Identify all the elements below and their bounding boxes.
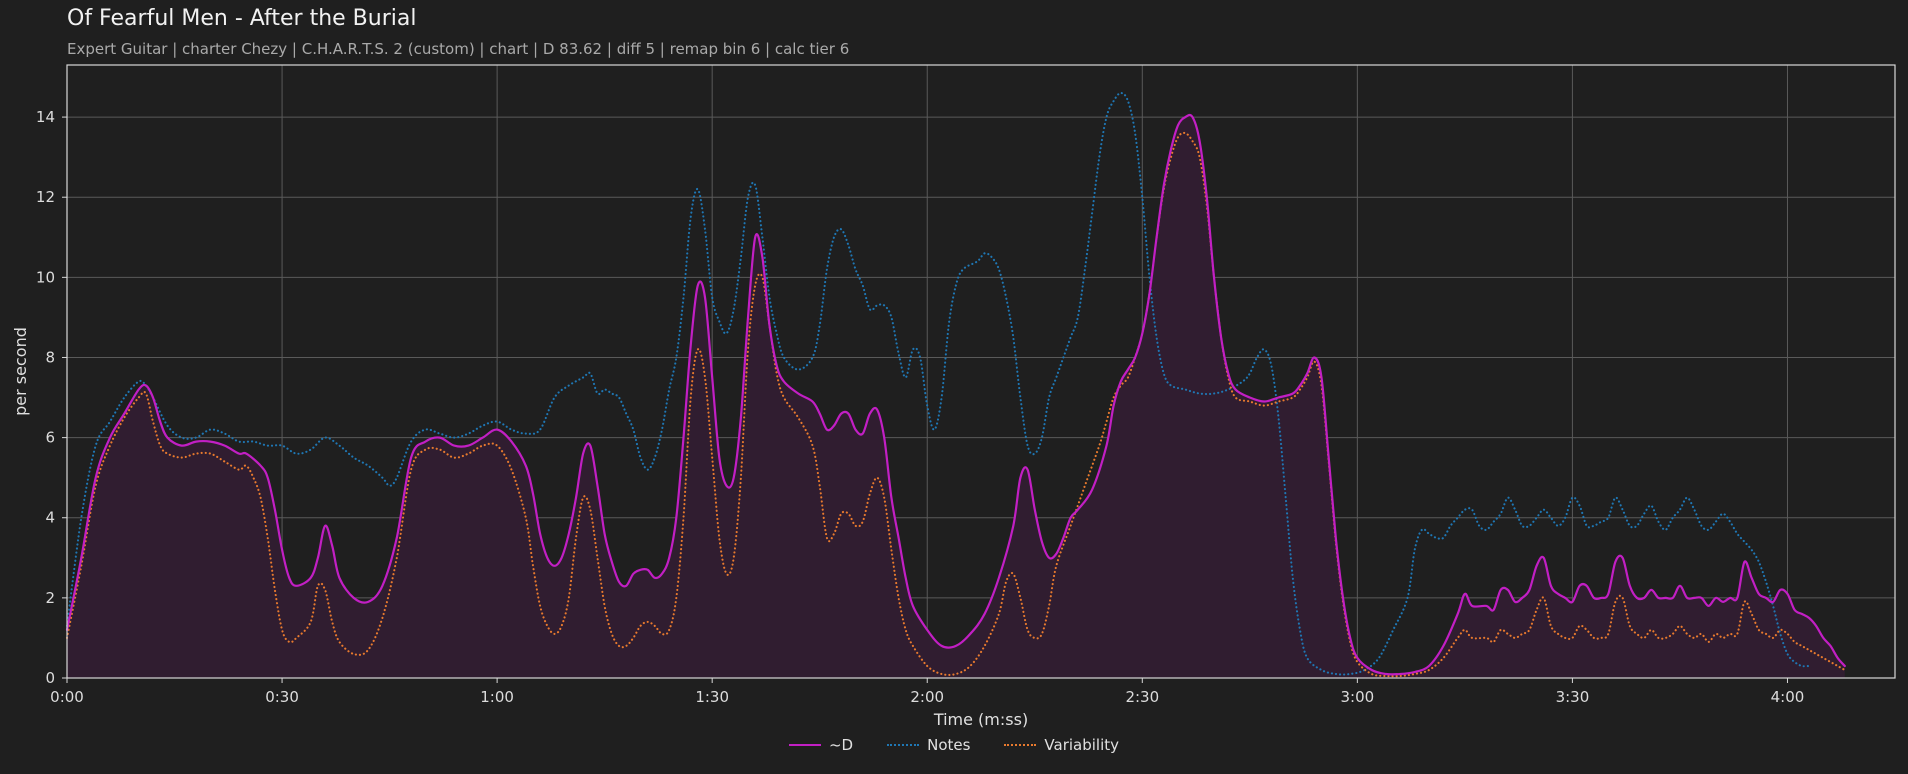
y-tick-label: 0	[45, 669, 55, 687]
legend: ~D Notes Variability	[0, 736, 1908, 754]
legend-swatch	[1004, 744, 1037, 746]
x-tick-label: 3:00	[1341, 688, 1375, 706]
y-tick-label: 10	[36, 268, 55, 286]
y-tick-label: 12	[36, 188, 55, 206]
legend-label: Variability	[1044, 736, 1120, 754]
x-tick-label: 2:30	[1125, 688, 1159, 706]
legend-swatch	[788, 744, 821, 746]
y-tick-label: 2	[45, 589, 55, 607]
x-tick-label: 0:30	[265, 688, 299, 706]
line-chart: 0:00 0:30 1:00 1:30 2:00 2:30 3:00 3:30 4:00 0 2 4 6…	[11, 64, 1896, 729]
legend-label: ~D	[828, 736, 854, 754]
legend-swatch	[887, 744, 920, 746]
x-tick-label: 0:00	[50, 688, 84, 706]
y-tick-label: 6	[45, 429, 55, 447]
y-tick-label: 8	[45, 348, 55, 366]
y-tick-label: 14	[36, 108, 55, 126]
x-tick-label: 3:30	[1556, 688, 1590, 706]
x-axis-label: Time (m:ss)	[933, 710, 1028, 729]
legend-item: Variability	[1004, 736, 1119, 754]
y-tick-label: 4	[45, 509, 55, 527]
legend-item: ~D	[788, 736, 854, 754]
legend-label: Notes	[927, 736, 971, 754]
y-axis-label: per second	[11, 327, 30, 416]
x-tick-label: 2:00	[910, 688, 944, 706]
legend-item: Notes	[887, 736, 970, 754]
x-tick-label: 1:00	[480, 688, 514, 706]
x-tick-label: 1:30	[695, 688, 729, 706]
x-tick-label: 4:00	[1771, 688, 1805, 706]
